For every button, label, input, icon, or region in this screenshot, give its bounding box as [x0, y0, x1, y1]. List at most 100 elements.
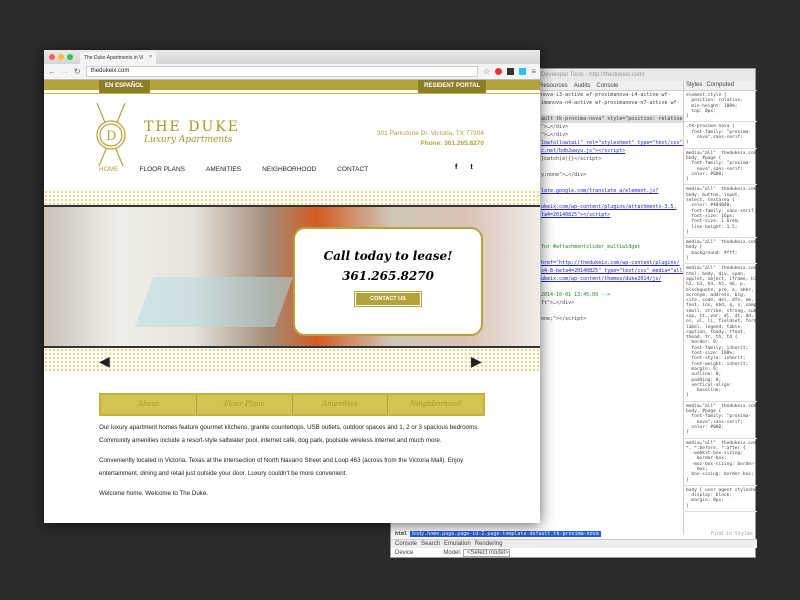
twitter-icon[interactable]: t [470, 164, 472, 171]
code-line[interactable]: ">…</div> [541, 123, 683, 131]
code-line[interactable] [541, 179, 683, 187]
code-line[interactable]: ukeix.com/wp-content/plugins/attachments… [541, 203, 683, 211]
dotted-divider [44, 190, 540, 205]
code-line[interactable]: y:none">…</div> [541, 171, 683, 179]
extension-icon[interactable] [507, 68, 515, 75]
style-rule[interactable]: media="all" thedukeix.com/ *, *:before, … [684, 439, 757, 486]
callout-phone[interactable]: 361.265.8270 [295, 269, 481, 283]
extension-icon[interactable] [519, 68, 527, 75]
tab-computed[interactable]: Computed [706, 82, 734, 88]
close-window-button[interactable] [49, 54, 55, 60]
style-rule[interactable]: media="all" thedukeix.com/ body, button,… [684, 185, 757, 239]
code-line[interactable]: }catch(e){}</script> [541, 155, 683, 163]
minimize-window-button[interactable] [58, 54, 64, 60]
code-line[interactable]: imanova-n4-active wf-proximanova-n7-acti… [541, 99, 683, 107]
style-rule[interactable]: media="all" thedukeix.com/ body, #page {… [684, 149, 757, 186]
nav-amenities[interactable]: AMENITIES [206, 166, 241, 173]
slider-controls: ◀ ▶ [44, 348, 540, 372]
find-in-styles[interactable]: Find in Styles [711, 531, 753, 537]
code-line[interactable]: ">…</div> [541, 131, 683, 139]
tab-resources[interactable]: Resources [539, 83, 568, 90]
crumb-html[interactable]: html [395, 531, 407, 537]
code-line[interactable]: ukeix.com/wp-content/themes/duke2014/js/ [541, 275, 683, 283]
code-line[interactable]: late.google.com/translate_a/element.js? [541, 187, 683, 195]
styles-panel: Styles Computed element.style { position… [683, 81, 757, 534]
code-line[interactable] [541, 235, 683, 243]
subnav-floor-plans[interactable]: Floor Plans [197, 395, 293, 414]
paragraph: Welcome home. Welcome to The Duke. [99, 490, 209, 497]
url-input[interactable]: thedukeix.com [85, 66, 479, 77]
code-line[interactable]: lowfollowtail" rel="stylesheet" type="te… [541, 139, 683, 147]
code-line[interactable] [541, 283, 683, 291]
phone[interactable]: Phone: 361.265.8270 [377, 139, 484, 149]
menu-icon[interactable]: ≡ [531, 67, 536, 76]
prev-arrow-icon[interactable]: ◀ [99, 353, 110, 370]
code-line[interactable] [541, 107, 683, 115]
style-rule[interactable]: media="all" thedukeix.com/ html, body, d… [684, 264, 757, 402]
callout-heading: Call today to lease! [323, 249, 453, 263]
code-line[interactable]: for #attachmentslider_multiwidget [541, 243, 683, 251]
code-line[interactable]: one;"></script> [541, 315, 683, 323]
code-line[interactable]: ta4=20140825"></script> [541, 211, 683, 219]
resident-portal-link[interactable]: RESIDENT PORTAL [418, 80, 487, 93]
call-to-action-box: Call today to lease! 361.265.8270 CONTAC… [293, 227, 483, 336]
star-icon[interactable]: ☆ [483, 67, 490, 76]
browser-tab[interactable]: The Duke Apartments in Vi × [80, 52, 156, 64]
code-line[interactable]: 2014-10-01 13:45:09 --> [541, 291, 683, 299]
style-rule[interactable]: .tk-proxima-nova { font-family: "proxima… [684, 122, 757, 149]
paragraph: Conveniently located in Victoria, Texas … [99, 457, 464, 477]
drawer-tab-rendering[interactable]: Rendering [475, 541, 503, 547]
duke-logo-icon[interactable]: D [94, 102, 128, 168]
style-rule[interactable]: media="all" thedukeix.com/ body, #page {… [684, 402, 757, 439]
code-line[interactable] [541, 251, 683, 259]
style-rule[interactable]: body { user agent stylesheet display: bl… [684, 486, 757, 513]
reload-icon[interactable]: ↻ [74, 67, 81, 76]
tab-audits[interactable]: Audits [574, 83, 591, 90]
nav-contact[interactable]: CONTACT [337, 166, 368, 173]
code-line[interactable]: s4-8-beta4=20140825" type="text/css" med… [541, 267, 683, 275]
device-label[interactable]: Device [395, 550, 413, 556]
close-tab-icon[interactable]: × [149, 54, 152, 60]
espanol-link[interactable]: EN ESPAÑOL [99, 80, 150, 93]
main-nav: HOME FLOOR PLANS AMENITIES NEIGHBORHOOD … [99, 166, 368, 173]
nav-home[interactable]: HOME [99, 166, 119, 173]
browser-window: The Duke Apartments in Vi × ← → ↻ theduke… [44, 50, 540, 523]
breadcrumb: html body.home.page.page-id-2.page-templ… [391, 531, 757, 539]
code-line[interactable]: ault tk-proxima-nova" style="position: r… [541, 115, 683, 123]
nav-neighborhood[interactable]: NEIGHBORHOOD [262, 166, 316, 173]
subnav-neighborhood[interactable]: Neighborhood [388, 395, 483, 414]
forward-icon[interactable]: → [61, 67, 69, 76]
code-line[interactable]: nova-i3-active wf-proximanova-i4-active … [541, 91, 683, 99]
model-select[interactable]: <Select model> [463, 549, 510, 557]
drawer-tab-search[interactable]: Search [421, 541, 440, 547]
crumb-body[interactable]: body.home.page.page-id-2.page-template-d… [410, 531, 601, 537]
code-line[interactable] [541, 163, 683, 171]
code-line[interactable] [541, 195, 683, 203]
extension-icon[interactable] [495, 68, 503, 75]
subnav-amenities[interactable]: Amenities [293, 395, 389, 414]
drawer-tab-console[interactable]: Console [395, 541, 417, 547]
tab-console[interactable]: Console [596, 83, 618, 90]
code-line[interactable] [541, 227, 683, 235]
intro-text: Our luxury apartment homes feature gourm… [99, 422, 499, 509]
back-icon[interactable]: ← [48, 67, 56, 76]
contact-us-button[interactable]: CONTACT US [354, 291, 422, 307]
style-rule[interactable]: element.style { position: relative; min-… [684, 91, 757, 123]
subnav-about[interactable]: About [101, 395, 197, 414]
section-nav: About Floor Plans Amenities Neighborhood [99, 393, 485, 416]
facebook-icon[interactable]: f [455, 164, 457, 171]
next-arrow-icon[interactable]: ▶ [471, 353, 482, 370]
drawer-tab-emulation[interactable]: Emulation [444, 541, 471, 547]
brand-name: THE DUKE [144, 119, 240, 135]
style-rule[interactable]: media="all" thedukeix.com/ body { backgr… [684, 238, 757, 265]
model-label: Model: [443, 550, 462, 556]
code-line[interactable]: href="http://thedukeix.com/wp-content/pl… [541, 259, 683, 267]
nav-floor-plans[interactable]: FLOOR PLANS [140, 166, 186, 173]
tab-styles[interactable]: Styles [686, 82, 702, 88]
code-line[interactable] [541, 307, 683, 315]
code-line[interactable]: c.net/bdb2wwyu.js"></script> [541, 147, 683, 155]
maximize-window-button[interactable] [67, 54, 73, 60]
brand: THE DUKE Luxury Apartments [144, 119, 240, 145]
code-line[interactable]: ft">…</div> [541, 299, 683, 307]
code-line[interactable] [541, 219, 683, 227]
